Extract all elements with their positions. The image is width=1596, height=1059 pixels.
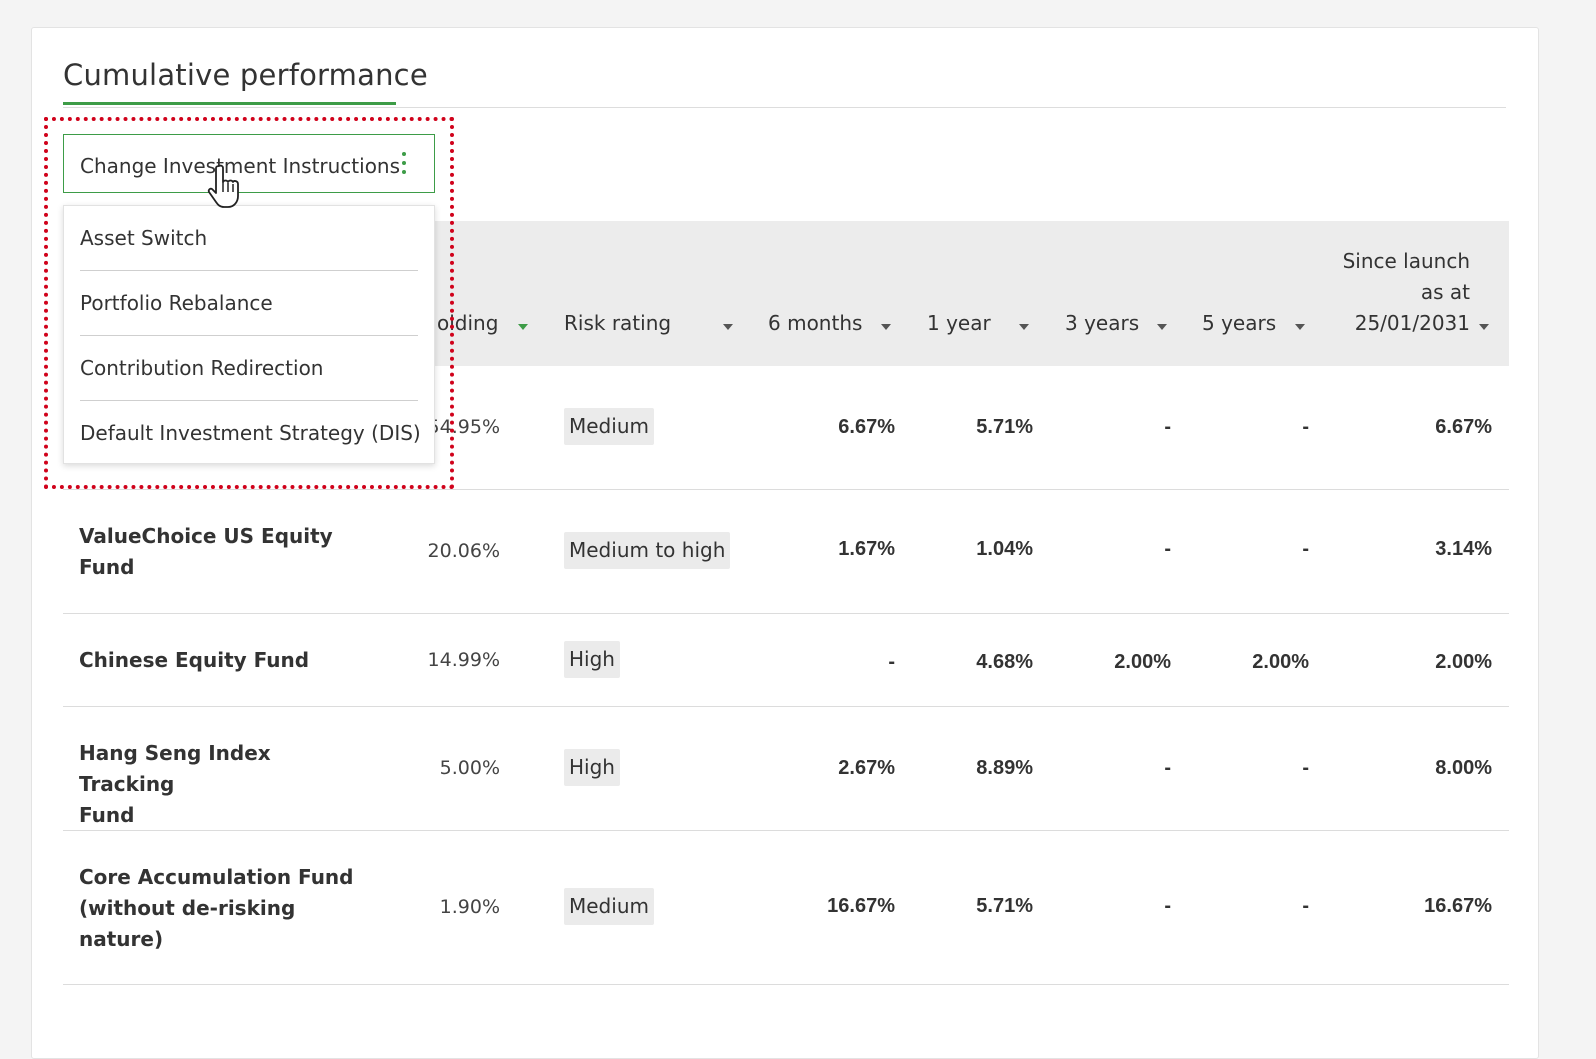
row-divider (63, 613, 1509, 614)
risk-badge: High (564, 641, 620, 678)
risk-badge: High (564, 749, 620, 786)
menu-item-contribution-redirection[interactable]: Contribution Redirection (80, 336, 418, 401)
kebab-icon[interactable] (401, 152, 407, 176)
return-1-year: 1.04% (976, 538, 1033, 560)
holding-value: 1.90% (439, 896, 500, 918)
return-3-years: 2.00% (1114, 651, 1171, 673)
return-3-years: - (1164, 757, 1171, 779)
fund-name[interactable]: Hang Seng Index Tracking Fund (79, 738, 369, 831)
fund-name-line: Chinese Equity Fund (79, 648, 310, 672)
hand-pointer-icon (207, 164, 239, 208)
return-1-year: 5.71% (976, 895, 1033, 917)
return-1-year: 5.71% (976, 416, 1033, 438)
return-5-years: - (1302, 416, 1309, 438)
holding-value: 14.99% (427, 649, 500, 671)
sort-caret-icon[interactable] (518, 324, 528, 330)
return-3-years: - (1164, 416, 1171, 438)
active-tab-underline (63, 102, 396, 105)
risk-badge: Medium to high (564, 532, 731, 569)
return-since-launch: 8.00% (1435, 757, 1492, 779)
fund-name-line: Fund (79, 555, 135, 579)
sort-caret-icon[interactable] (1019, 324, 1029, 330)
return-3-years: - (1164, 538, 1171, 560)
fund-name-line: nature) (79, 927, 164, 951)
header-since-launch-as-at: as at (1420, 280, 1470, 304)
return-6-months: - (888, 651, 895, 673)
row-divider (63, 830, 1509, 831)
fund-name-line: Fund (79, 803, 135, 827)
fund-name[interactable]: Core Accumulation Fund (without de-riskin… (79, 862, 369, 955)
holding-value: 5.00% (439, 757, 500, 779)
return-1-year: 8.89% (976, 757, 1033, 779)
risk-badge: Medium (564, 408, 654, 445)
fund-name-line: Hang Seng Index Tracking (79, 741, 271, 796)
fund-name[interactable]: ValueChoice US Equity Fund (79, 521, 369, 583)
return-since-launch: 2.00% (1435, 651, 1492, 673)
menu-item-default-investment-strategy[interactable]: Default Investment Strategy (DIS) (80, 401, 421, 466)
return-6-months: 6.67% (838, 416, 895, 438)
header-3-years[interactable]: 3 years (1065, 311, 1139, 335)
header-holding[interactable]: olding (437, 311, 498, 335)
sort-caret-icon[interactable] (881, 324, 891, 330)
header-since-launch-date: 25/01/2031 (1354, 311, 1470, 335)
return-5-years: - (1302, 757, 1309, 779)
fund-name-line: Core Accumulation Fund (79, 865, 354, 889)
menu-item-asset-switch[interactable]: Asset Switch (80, 206, 418, 271)
return-5-years: - (1302, 538, 1309, 560)
header-since-launch[interactable]: Since launch (1300, 249, 1470, 273)
change-investment-instructions-button[interactable]: Change Investment Instructions (63, 134, 435, 193)
header-risk-rating[interactable]: Risk rating (564, 311, 671, 335)
return-5-years: 2.00% (1252, 651, 1309, 673)
instructions-dropdown-menu: Asset Switch Portfolio Rebalance Contrib… (63, 205, 435, 464)
return-6-months: 2.67% (838, 757, 895, 779)
row-divider (63, 706, 1509, 707)
menu-item-portfolio-rebalance[interactable]: Portfolio Rebalance (80, 271, 418, 336)
return-3-years: - (1164, 895, 1171, 917)
return-since-launch: 16.67% (1424, 895, 1492, 917)
sort-caret-icon[interactable] (723, 324, 733, 330)
fund-name-line: (without de-risking (79, 896, 296, 920)
row-divider (63, 489, 1509, 490)
holding-value: 20.06% (427, 540, 500, 562)
title-divider (63, 107, 1506, 108)
header-5-years[interactable]: 5 years (1202, 311, 1276, 335)
header-6-months[interactable]: 6 months (768, 311, 862, 335)
section-title: Cumulative performance (63, 58, 428, 92)
return-6-months: 1.67% (838, 538, 895, 560)
fund-name-line: ValueChoice US Equity (79, 524, 333, 548)
return-5-years: - (1302, 895, 1309, 917)
return-6-months: 16.67% (827, 895, 895, 917)
sort-caret-icon[interactable] (1479, 324, 1489, 330)
return-1-year: 4.68% (976, 651, 1033, 673)
return-since-launch: 6.67% (1435, 416, 1492, 438)
row-divider (63, 984, 1509, 985)
header-1-year[interactable]: 1 year (927, 311, 991, 335)
fund-name[interactable]: Chinese Equity Fund (79, 645, 369, 676)
return-since-launch: 3.14% (1435, 538, 1492, 560)
sort-caret-icon[interactable] (1157, 324, 1167, 330)
risk-badge: Medium (564, 888, 654, 925)
